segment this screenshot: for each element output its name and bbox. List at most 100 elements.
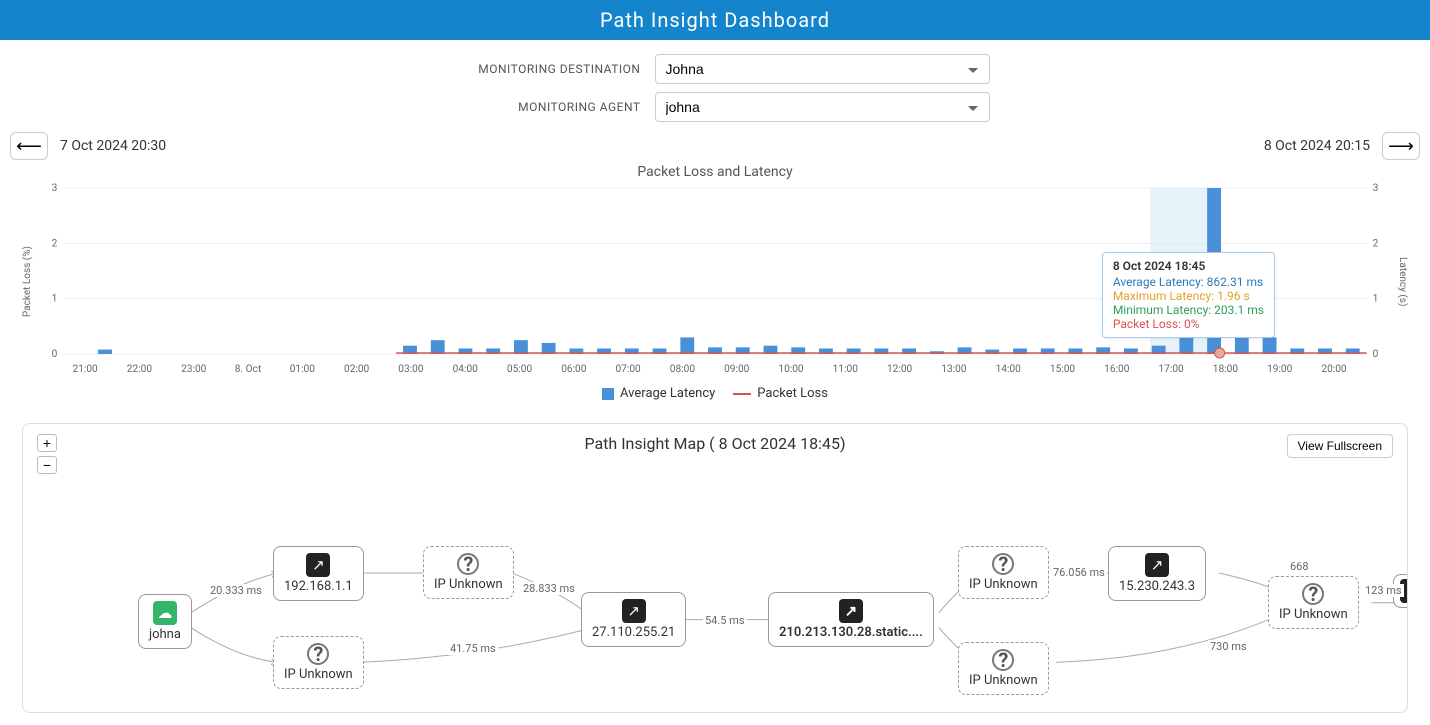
tooltip-min: Minimum Latency: 203.1 ms bbox=[1113, 303, 1264, 317]
page-title: Path Insight Dashboard bbox=[0, 0, 1430, 40]
edge-label: 76.056 ms bbox=[1051, 566, 1107, 579]
node-unknown-3[interactable]: ? IP Unknown bbox=[958, 546, 1049, 599]
svg-text:0: 0 bbox=[1373, 349, 1379, 360]
node-unknown-5[interactable]: ? IP Unknown bbox=[1268, 576, 1359, 629]
arrow-up-right-icon: ↗ bbox=[622, 599, 646, 623]
node-label: 210.213.130.28.static.... bbox=[779, 625, 923, 640]
node-unknown-2[interactable]: ? IP Unknown bbox=[273, 636, 364, 689]
node-unknown-4[interactable]: ? IP Unknown bbox=[958, 642, 1049, 695]
node-unknown-1[interactable]: ? IP Unknown bbox=[423, 546, 514, 599]
svg-text:2: 2 bbox=[52, 238, 58, 249]
legend-loss-label: Packet Loss bbox=[757, 386, 828, 401]
svg-text:10:00: 10:00 bbox=[778, 364, 804, 375]
svg-text:17:00: 17:00 bbox=[1158, 364, 1184, 375]
next-timerange-button[interactable]: ⟶ bbox=[1382, 132, 1420, 160]
question-icon: ? bbox=[1302, 583, 1324, 605]
svg-text:02:00: 02:00 bbox=[344, 364, 370, 375]
svg-text:09:00: 09:00 bbox=[724, 364, 750, 375]
svg-text:22:00: 22:00 bbox=[127, 364, 153, 375]
svg-text:04:00: 04:00 bbox=[453, 364, 479, 375]
svg-text:3: 3 bbox=[52, 183, 58, 194]
svg-text:1: 1 bbox=[52, 294, 58, 305]
node-label: IP Unknown bbox=[969, 673, 1038, 688]
filter-panel: MONITORING DESTINATION Johna MONITORING … bbox=[0, 40, 1430, 132]
tooltip-max: Maximum Latency: 1.96 s bbox=[1113, 289, 1264, 303]
node-15-230-243-3[interactable]: ↗ 15.230.243.3 bbox=[1108, 546, 1206, 601]
svg-text:8. Oct: 8. Oct bbox=[235, 364, 261, 375]
node-label: 192.168.1.1 bbox=[284, 579, 353, 594]
legend-avg-label: Average Latency bbox=[620, 386, 715, 401]
tooltip-loss: Packet Loss: 0% bbox=[1113, 317, 1264, 331]
edge-label: 20.333 ms bbox=[208, 584, 264, 597]
arrow-up-right-icon: ↗ bbox=[306, 553, 330, 577]
edge-label: 54.5 ms bbox=[703, 614, 747, 627]
edge-label: 730 ms bbox=[1208, 640, 1249, 653]
map-canvas[interactable]: ☁ johna ↗ 192.168.1.1 ? IP Unknown ? IP … bbox=[23, 424, 1407, 712]
chart-tooltip: 8 Oct 2024 18:45 Average Latency: 862.31… bbox=[1102, 252, 1275, 338]
svg-text:11:00: 11:00 bbox=[833, 364, 859, 375]
destination-select[interactable]: Johna bbox=[655, 54, 990, 84]
node-agent[interactable]: ☁ johna bbox=[138, 594, 192, 649]
svg-text:12:00: 12:00 bbox=[887, 364, 913, 375]
node-192-168-1-1[interactable]: ↗ 192.168.1.1 bbox=[273, 546, 364, 601]
node-label: IP Unknown bbox=[434, 577, 503, 592]
agent-label: MONITORING AGENT bbox=[441, 100, 641, 114]
legend-avg-latency[interactable]: Average Latency bbox=[602, 386, 715, 401]
svg-text:06:00: 06:00 bbox=[561, 364, 587, 375]
chart-legend: Average Latency Packet Loss bbox=[20, 386, 1410, 401]
question-icon: ? bbox=[992, 553, 1014, 575]
node-label: IP Unknown bbox=[284, 667, 353, 682]
svg-text:14:00: 14:00 bbox=[996, 364, 1022, 375]
svg-text:0: 0 bbox=[52, 349, 58, 360]
svg-text:01:00: 01:00 bbox=[290, 364, 316, 375]
svg-text:2: 2 bbox=[1373, 238, 1379, 249]
zoom-in-button[interactable]: + bbox=[37, 434, 57, 452]
prev-timerange-button[interactable]: ⟵ bbox=[10, 132, 48, 160]
y-axis-left-label: Packet Loss (%) bbox=[20, 246, 35, 317]
question-icon: ? bbox=[457, 553, 479, 575]
agent-select[interactable]: johna bbox=[655, 92, 990, 122]
node-label: 15.230.243.3 bbox=[1119, 579, 1195, 594]
svg-text:23:00: 23:00 bbox=[181, 364, 207, 375]
svg-text:1: 1 bbox=[1373, 294, 1379, 305]
edge-label: 123 ms bbox=[1363, 584, 1404, 597]
svg-text:21:00: 21:00 bbox=[73, 364, 99, 375]
question-icon: ? bbox=[992, 649, 1014, 671]
svg-text:18:00: 18:00 bbox=[1213, 364, 1239, 375]
edge-label: 668 bbox=[1288, 560, 1311, 573]
svg-text:08:00: 08:00 bbox=[670, 364, 696, 375]
node-agent-label: johna bbox=[149, 627, 181, 642]
agent-icon: ☁ bbox=[153, 601, 177, 625]
timerange-end: 8 Oct 2024 20:15 bbox=[1264, 138, 1370, 154]
svg-text:15:00: 15:00 bbox=[1050, 364, 1076, 375]
tooltip-avg: Average Latency: 862.31 ms bbox=[1113, 275, 1264, 289]
arrow-up-right-icon: ↗ bbox=[1145, 553, 1169, 577]
node-label: 27.110.255.21 bbox=[592, 625, 675, 640]
svg-text:05:00: 05:00 bbox=[507, 364, 533, 375]
svg-text:16:00: 16:00 bbox=[1104, 364, 1130, 375]
legend-packet-loss[interactable]: Packet Loss bbox=[733, 386, 828, 401]
svg-text:13:00: 13:00 bbox=[941, 364, 967, 375]
svg-text:19:00: 19:00 bbox=[1267, 364, 1293, 375]
edge-label: 28.833 ms bbox=[521, 582, 577, 595]
svg-text:3: 3 bbox=[1373, 183, 1379, 194]
path-map-section: + − Path Insight Map ( 8 Oct 2024 18:45)… bbox=[22, 423, 1408, 713]
y-axis-right-label: Latency (s) bbox=[1395, 257, 1410, 306]
node-210-213-130-28[interactable]: ↗ 210.213.130.28.static.... bbox=[768, 592, 934, 647]
svg-text:03:00: 03:00 bbox=[398, 364, 424, 375]
zoom-out-button[interactable]: − bbox=[37, 456, 57, 474]
edge-label: 41.75 ms bbox=[448, 642, 498, 655]
destination-label: MONITORING DESTINATION bbox=[441, 62, 641, 76]
svg-text:07:00: 07:00 bbox=[615, 364, 641, 375]
node-label: IP Unknown bbox=[969, 577, 1038, 592]
tooltip-time: 8 Oct 2024 18:45 bbox=[1113, 259, 1264, 273]
arrow-up-right-icon: ↗ bbox=[839, 599, 863, 623]
timerange-bar: ⟵ 7 Oct 2024 20:30 8 Oct 2024 20:15 ⟶ bbox=[0, 132, 1430, 164]
timerange-start: 7 Oct 2024 20:30 bbox=[60, 138, 166, 154]
chart-title: Packet Loss and Latency bbox=[20, 164, 1410, 180]
node-label: IP Unknown bbox=[1279, 607, 1348, 622]
svg-text:20:00: 20:00 bbox=[1321, 364, 1347, 375]
question-icon: ? bbox=[307, 643, 329, 665]
node-27-110-255-21[interactable]: ↗ 27.110.255.21 bbox=[581, 592, 686, 647]
chart-section: Packet Loss and Latency Packet Loss (%) … bbox=[0, 164, 1430, 409]
